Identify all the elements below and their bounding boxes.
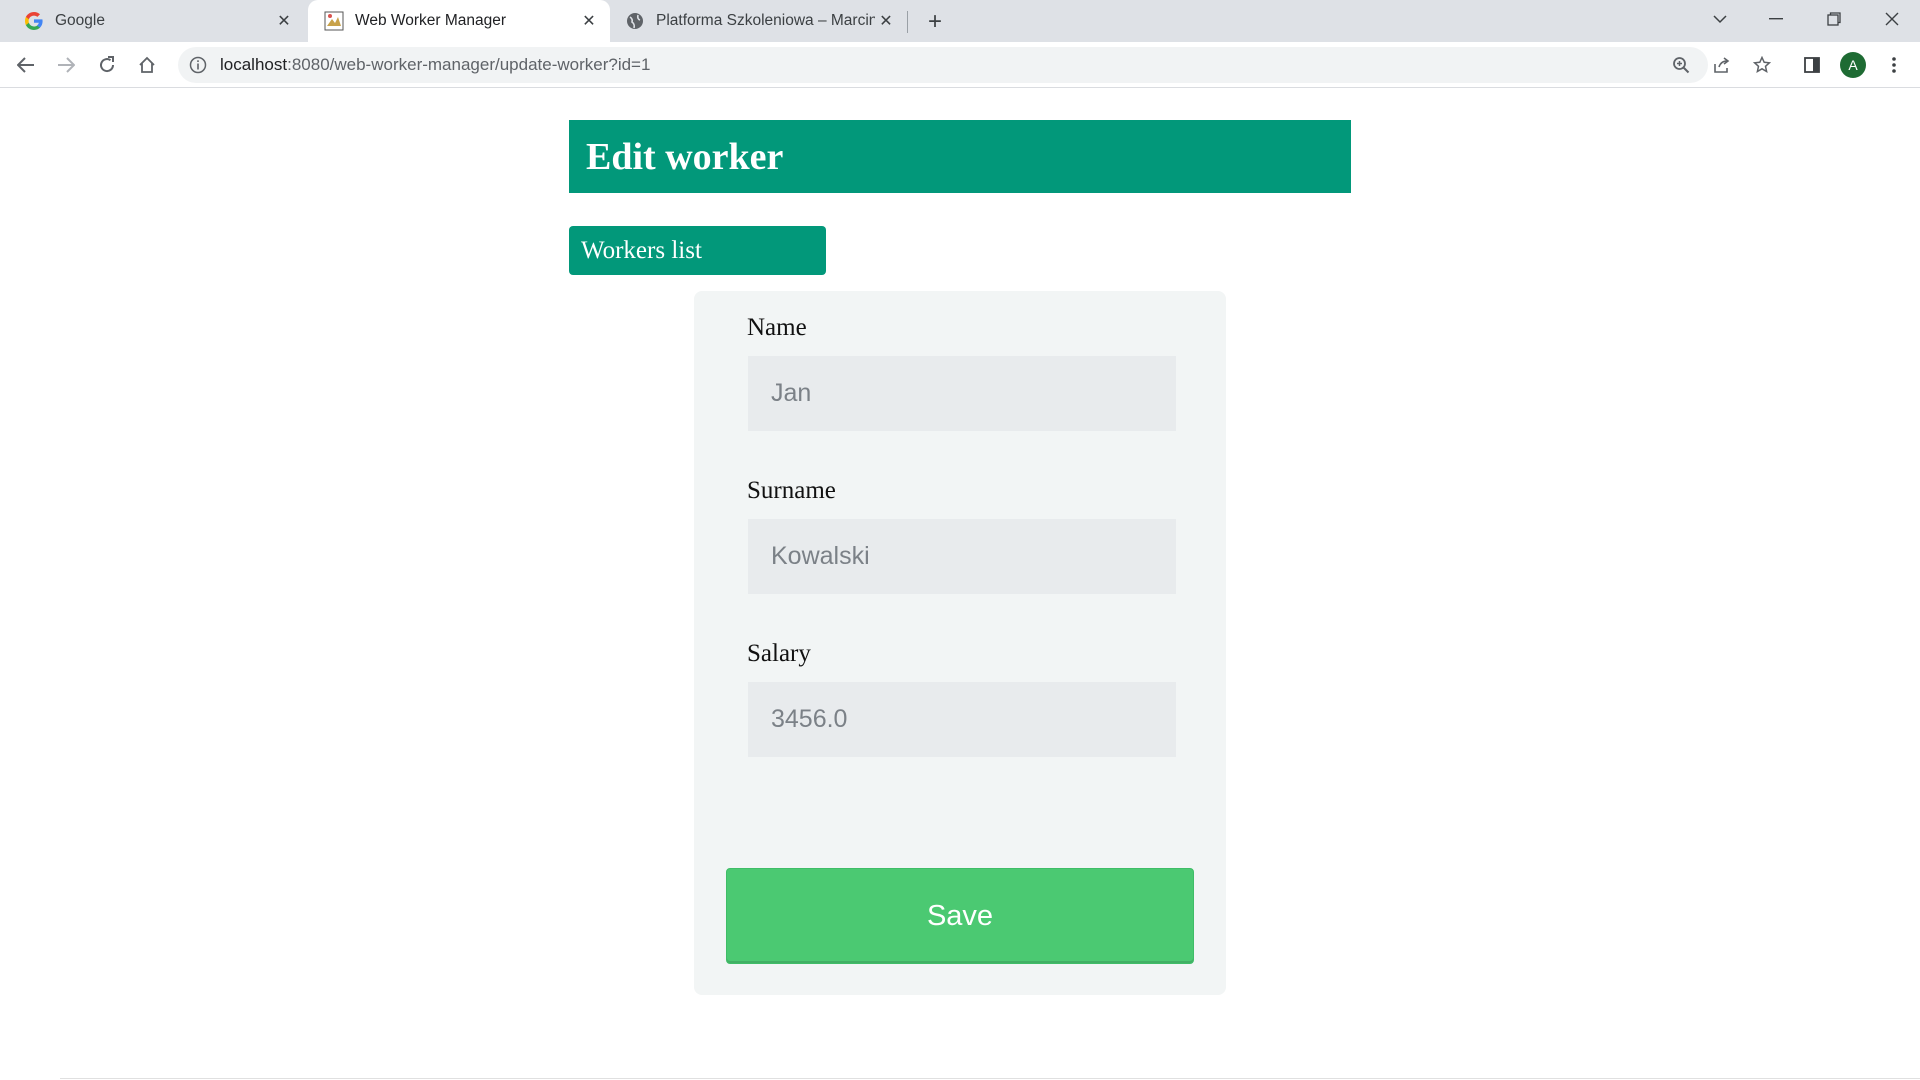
tab-title: Platforma Szkoleniowa – Marcin: [656, 12, 875, 29]
salary-field-value: 3456.0: [771, 705, 848, 733]
tab-google[interactable]: Google ✕: [0, 0, 305, 42]
name-field[interactable]: Jan: [748, 356, 1176, 431]
close-tab-icon[interactable]: ✕: [578, 10, 600, 32]
url-path: :8080/web-worker-manager/update-worker?i…: [287, 55, 651, 74]
close-tab-icon[interactable]: ✕: [273, 10, 295, 32]
close-window-icon[interactable]: [1864, 0, 1920, 38]
bookmark-star-icon[interactable]: [1746, 49, 1778, 81]
share-icon[interactable]: [1706, 49, 1738, 81]
restore-icon[interactable]: [1806, 0, 1862, 38]
address-bar[interactable]: localhost:8080/web-worker-manager/update…: [178, 47, 1708, 83]
forward-icon[interactable]: [50, 49, 82, 81]
page-header: Edit worker: [569, 120, 1351, 193]
workers-list-link[interactable]: Workers list: [569, 226, 826, 275]
surname-field-value: Kowalski: [771, 542, 870, 570]
tab-title: Web Worker Manager: [355, 12, 507, 29]
back-icon[interactable]: [10, 49, 42, 81]
browser-toolbar: localhost:8080/web-worker-manager/update…: [0, 42, 1920, 88]
tab-web-worker-manager[interactable]: Web Worker Manager ✕: [308, 0, 610, 42]
site-info-icon[interactable]: [188, 55, 208, 75]
tab-strip: Google ✕ Web Worker Manager ✕ Platforma …: [0, 0, 1920, 42]
url-text: localhost:8080/web-worker-manager/update…: [220, 55, 650, 75]
page-bottom-divider: [60, 1078, 1920, 1079]
tab-search-icon[interactable]: [1692, 0, 1748, 38]
name-label: Name: [747, 314, 807, 341]
save-button[interactable]: Save: [726, 868, 1194, 964]
zoom-icon[interactable]: [1665, 49, 1697, 81]
name-field-value: Jan: [771, 379, 812, 407]
tab-title: Google: [55, 12, 105, 29]
more-menu-icon[interactable]: [1878, 49, 1910, 81]
globe-icon: [625, 11, 645, 31]
tab-platforma[interactable]: Platforma Szkoleniowa – Marcin ✕: [612, 0, 907, 42]
new-tab-icon[interactable]: +: [921, 8, 949, 36]
home-icon[interactable]: [131, 49, 163, 81]
side-panel-icon[interactable]: [1796, 49, 1828, 81]
site-favicon: [324, 11, 344, 31]
salary-label: Salary: [747, 640, 811, 667]
surname-field[interactable]: Kowalski: [748, 519, 1176, 594]
close-tab-icon[interactable]: ✕: [875, 10, 897, 32]
profile-avatar[interactable]: A: [1840, 52, 1866, 78]
google-icon: [24, 11, 44, 31]
minimize-icon[interactable]: [1748, 0, 1804, 38]
salary-field[interactable]: 3456.0: [748, 682, 1176, 757]
reload-icon[interactable]: [91, 49, 123, 81]
tab-separator: [907, 11, 908, 33]
url-host: localhost: [220, 55, 288, 74]
surname-label: Surname: [747, 477, 836, 504]
page-title: Edit worker: [586, 135, 784, 178]
edit-worker-form: Name Jan Surname Kowalski Salary 3456.0 …: [694, 291, 1226, 995]
